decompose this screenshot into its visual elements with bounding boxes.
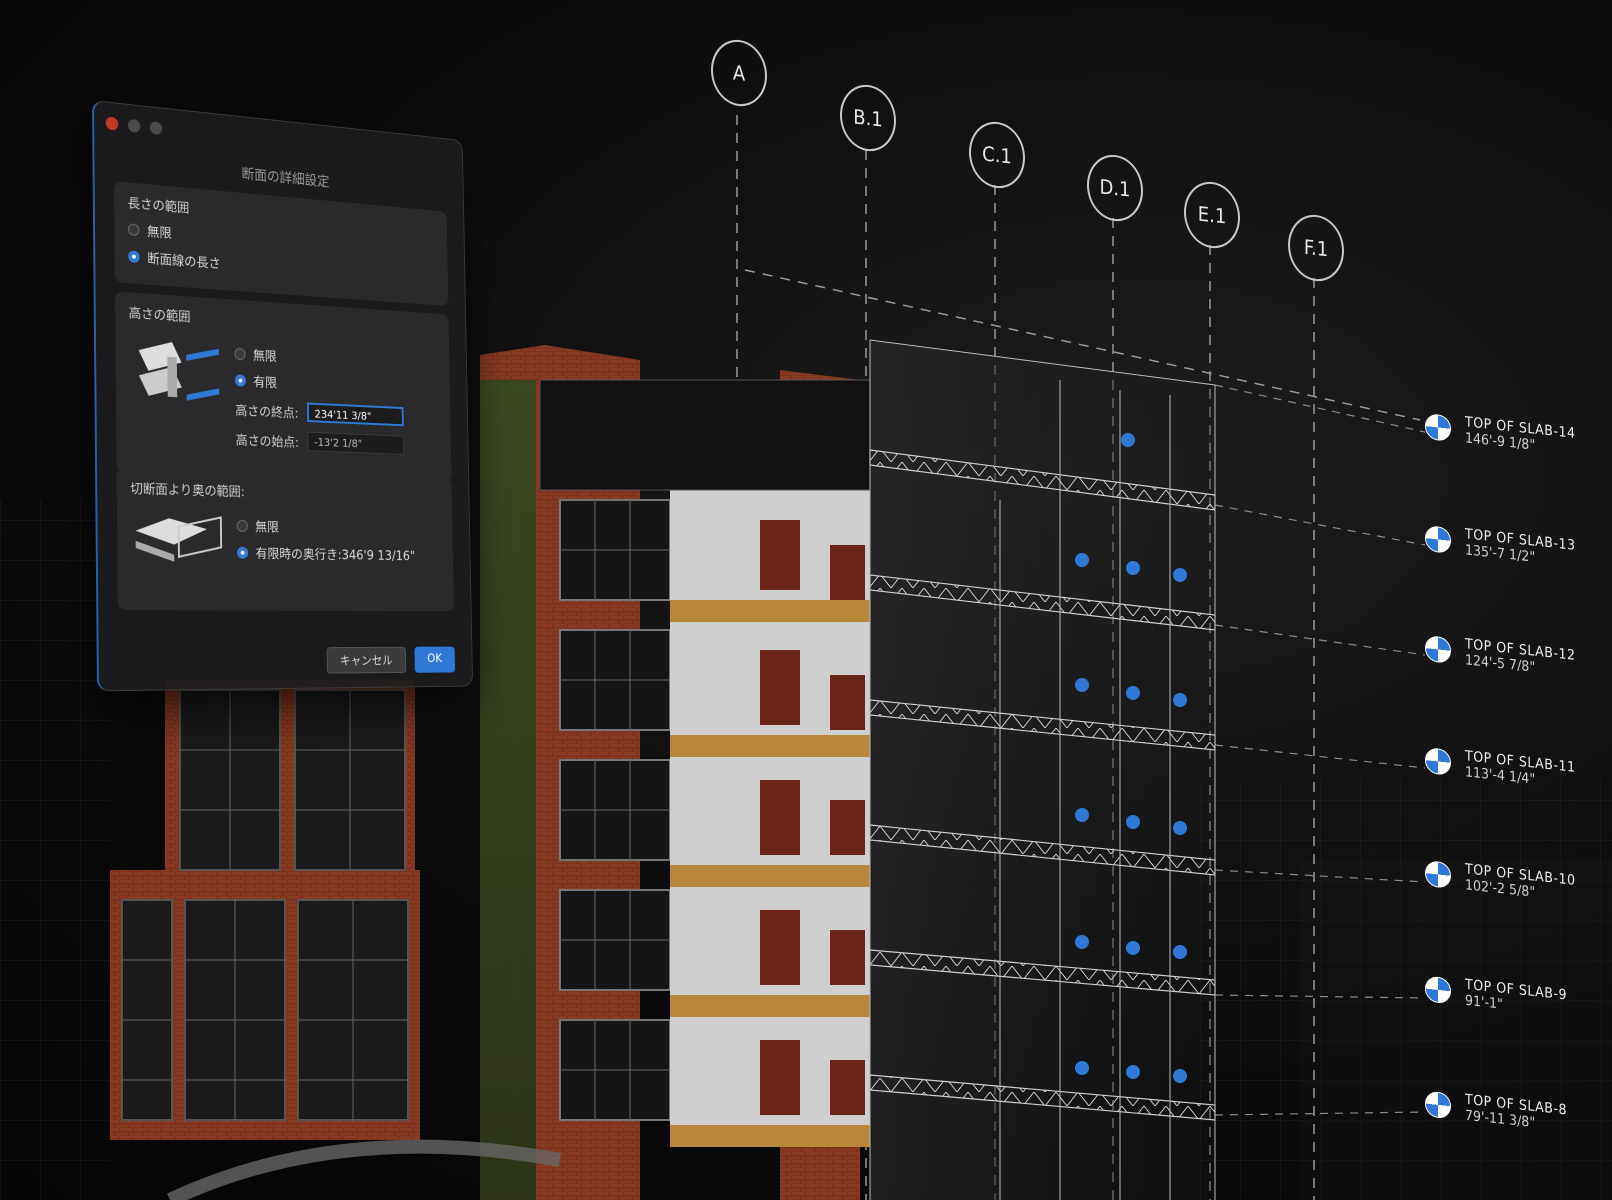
height-end-field[interactable]: 234'11 3/8" <box>307 402 405 427</box>
close-button[interactable] <box>105 116 119 131</box>
depth-range-heading: 切断面より奥の範囲: <box>130 481 245 501</box>
wireframe-section <box>869 339 1216 1200</box>
height-infinite-option[interactable]: 無限 <box>234 344 403 372</box>
height-start-field[interactable]: -13'2 1/8" <box>307 431 405 455</box>
zoom-button[interactable] <box>149 121 163 136</box>
cancel-button[interactable]: キャンセル <box>326 646 406 674</box>
radio-icon[interactable] <box>236 519 248 532</box>
level-symbol-icon <box>1425 525 1451 554</box>
left-brick-building <box>110 680 420 1140</box>
depth-infinite-option[interactable]: 無限 <box>236 516 415 538</box>
level-symbol-icon <box>1425 860 1451 889</box>
height-range-group: 高さの範囲 無限 有限 高さの終点: 234'11 3/8" 高さの始点: -1… <box>114 291 452 483</box>
building-section-scene: A B.1 C.1 D.1 E.1 F.1 TOP OF SLAB-14 146'… <box>0 0 1612 1200</box>
section-settings-dialog: 断面の詳細設定 ? 長さの範囲 無限 断面線の長さ 高さの範囲 <box>92 100 474 692</box>
level-symbol-icon <box>1425 1090 1451 1120</box>
height-end-label: 高さの終点: <box>235 403 299 422</box>
window-controls <box>105 116 163 136</box>
radio-selected-icon[interactable] <box>128 249 140 263</box>
radio-icon[interactable] <box>127 222 140 236</box>
depth-range-illustration-icon <box>130 505 226 567</box>
depth-range-group: 切断面より奥の範囲: 無限 有限時の奥行き:346'9 13/16" <box>116 467 454 612</box>
depth-finite-option[interactable]: 有限時の奥行き:346'9 13/16" <box>236 543 415 564</box>
level-symbol-icon <box>1425 747 1451 776</box>
height-range-illustration-icon <box>129 329 224 414</box>
level-symbol-icon <box>1425 635 1451 664</box>
radio-icon[interactable] <box>234 347 246 360</box>
level-symbol-icon <box>1425 975 1451 1005</box>
height-finite-option[interactable]: 有限 <box>234 370 404 397</box>
ok-button[interactable]: OK <box>414 646 456 673</box>
height-start-label: 高さの始点: <box>235 433 300 451</box>
level-symbol-icon <box>1425 413 1451 442</box>
radio-selected-icon[interactable] <box>234 373 247 387</box>
length-range-group: 長さの範囲 無限 断面線の長さ <box>113 181 449 307</box>
radio-selected-icon[interactable] <box>236 546 249 559</box>
minimize-button[interactable] <box>127 118 141 133</box>
